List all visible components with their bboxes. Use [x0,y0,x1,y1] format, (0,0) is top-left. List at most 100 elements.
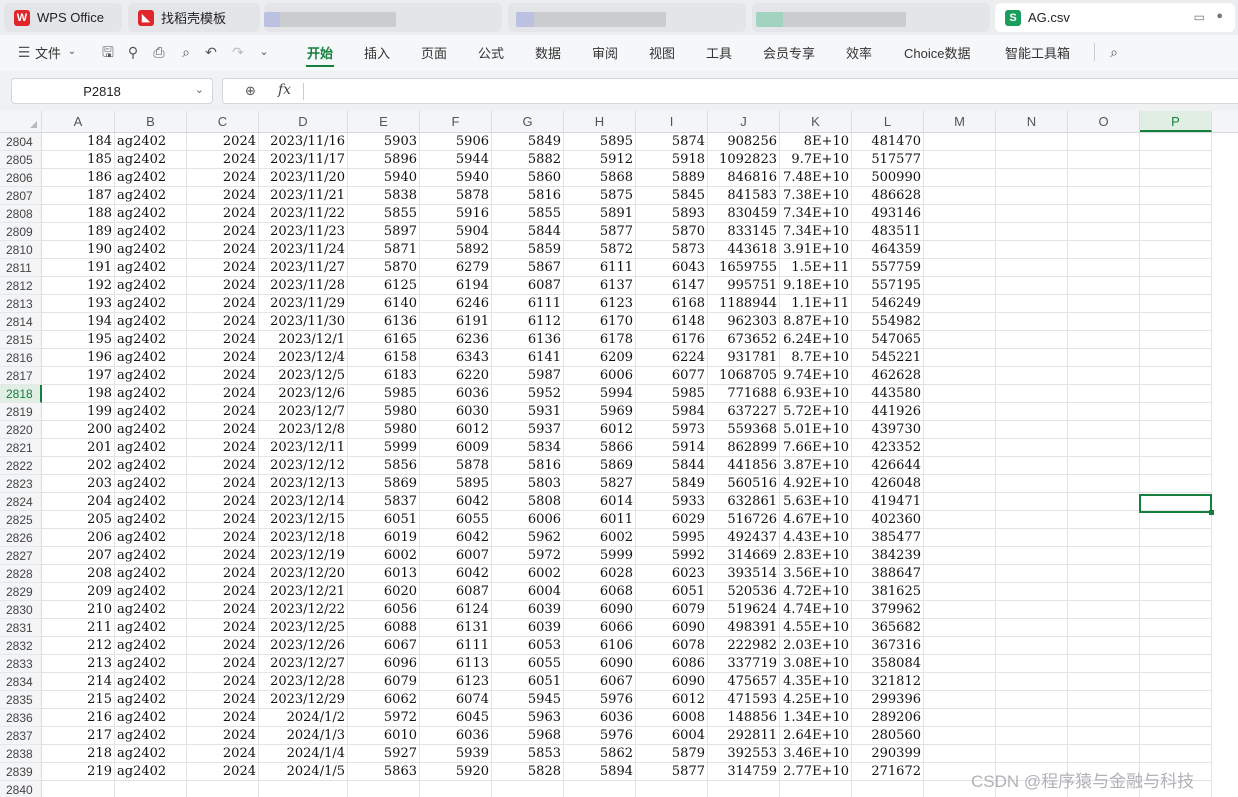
cell-c[interactable]: 2024 [187,547,259,565]
column-header-c[interactable]: C [187,111,259,132]
column-header-o[interactable]: O [1068,111,1140,132]
cell-k[interactable]: 4.74E+10 [780,601,852,619]
spreadsheet-grid[interactable]: ABCDEFGHIJKLMNOP 2804 184 ag2402 2024 2023/1… [0,111,1238,797]
cell-d[interactable]: 2023/12/21 [259,583,348,601]
cell-c[interactable]: 2024 [187,601,259,619]
cell-c[interactable]: 2024 [187,583,259,601]
window-restore-icon[interactable]: ▭ [1194,10,1205,24]
cell-j[interactable]: 560516 [708,475,780,493]
cell-k[interactable]: 6.24E+10 [780,331,852,349]
cell-b[interactable]: ag2402 [115,727,187,745]
cell-a[interactable]: 188 [42,205,115,223]
cell-k[interactable]: 4.43E+10 [780,529,852,547]
cell-h[interactable]: 5999 [564,547,636,565]
cell-o[interactable] [1068,331,1140,349]
ribbon-tab-review[interactable]: 审阅 [592,43,618,62]
cell-i[interactable]: 6148 [636,313,708,331]
cell-n[interactable] [996,637,1068,655]
cell-e[interactable]: 5985 [348,385,420,403]
row-header[interactable]: 2820 [0,421,42,439]
cell-o[interactable] [1068,619,1140,637]
tab-wps-office[interactable]: W WPS Office [4,3,122,32]
row-header[interactable]: 2829 [0,583,42,601]
cell-b[interactable]: ag2402 [115,601,187,619]
cell-c[interactable]: 2024 [187,439,259,457]
ribbon-tab-data[interactable]: 数据 [535,43,561,62]
cell-h[interactable]: 6012 [564,421,636,439]
cell-o[interactable] [1068,169,1140,187]
cell-j[interactable]: 443618 [708,241,780,259]
cell-j[interactable]: 908256 [708,133,780,151]
cell-o[interactable] [1068,511,1140,529]
cell-d[interactable]: 2023/11/30 [259,313,348,331]
cell-j[interactable]: 841583 [708,187,780,205]
cell-e[interactable]: 5870 [348,259,420,277]
cell-h[interactable]: 6006 [564,367,636,385]
cell-d[interactable]: 2023/12/29 [259,691,348,709]
cell-d[interactable]: 2023/11/20 [259,169,348,187]
cell-f[interactable]: 6045 [420,709,492,727]
cell-o[interactable] [1068,439,1140,457]
cell-l[interactable]: 557759 [852,259,924,277]
cell-a[interactable]: 191 [42,259,115,277]
row-header[interactable]: 2815 [0,331,42,349]
cell-d[interactable]: 2023/12/19 [259,547,348,565]
cell-j[interactable]: 392553 [708,745,780,763]
cell-f[interactable]: 6191 [420,313,492,331]
cell-k[interactable]: 1.5E+11 [780,259,852,277]
cell-h[interactable]: 5827 [564,475,636,493]
cell-b[interactable]: ag2402 [115,277,187,295]
cell-j[interactable]: 1092823 [708,151,780,169]
cell-d[interactable]: 2023/12/28 [259,673,348,691]
cell-d[interactable]: 2023/12/7 [259,403,348,421]
cell-n[interactable] [996,529,1068,547]
row-header[interactable]: 2834 [0,673,42,691]
cell-m[interactable] [924,403,996,421]
cell-l[interactable]: 426644 [852,457,924,475]
cell-l[interactable]: 481470 [852,133,924,151]
cell-d[interactable]: 2023/11/23 [259,223,348,241]
cell-d[interactable]: 2023/11/22 [259,205,348,223]
cell-h[interactable]: 6028 [564,565,636,583]
cell-l[interactable]: 493146 [852,205,924,223]
row-header[interactable]: 2809 [0,223,42,241]
cell-e[interactable]: 6067 [348,637,420,655]
cell-o[interactable] [1068,637,1140,655]
cell-g[interactable]: 6006 [492,511,564,529]
column-header-d[interactable]: D [259,111,348,132]
cell-l[interactable]: 486628 [852,187,924,205]
cell-g[interactable]: 5963 [492,709,564,727]
row-header[interactable]: 2838 [0,745,42,763]
row-header[interactable]: 2839 [0,763,42,781]
chevron-down-icon[interactable]: ⌄ [64,44,80,60]
cell-m[interactable] [924,457,996,475]
name-box[interactable]: P2818 ⌄ [11,78,213,104]
cell-n[interactable] [996,385,1068,403]
cell-k[interactable]: 4.55E+10 [780,619,852,637]
cell-k[interactable]: 9.7E+10 [780,151,852,169]
row-header[interactable]: 2806 [0,169,42,187]
cell-p[interactable] [1140,511,1212,529]
cell-k[interactable]: 7.66E+10 [780,439,852,457]
tab-ag-csv[interactable]: S AG.csv ▭ ● [995,3,1235,32]
cell-a[interactable]: 197 [42,367,115,385]
cell-h[interactable]: 5994 [564,385,636,403]
zoom-icon[interactable]: ⊕ [245,83,256,99]
row-header[interactable]: 2831 [0,619,42,637]
cell-i[interactable]: 5873 [636,241,708,259]
cell-b[interactable]: ag2402 [115,583,187,601]
cell-a[interactable]: 199 [42,403,115,421]
cell-p[interactable] [1140,547,1212,565]
cell-m[interactable] [924,745,996,763]
cell-b[interactable]: ag2402 [115,349,187,367]
cell-f[interactable]: 6036 [420,727,492,745]
row-header[interactable]: 2819 [0,403,42,421]
tab-blurred-3[interactable] [752,3,990,32]
cell-c[interactable]: 2024 [187,187,259,205]
cell-p[interactable] [1140,745,1212,763]
cell-c[interactable]: 2024 [187,655,259,673]
cell-p[interactable] [1140,241,1212,259]
cell-g[interactable]: 5867 [492,259,564,277]
cell-b[interactable]: ag2402 [115,547,187,565]
cell-h[interactable]: 5872 [564,241,636,259]
